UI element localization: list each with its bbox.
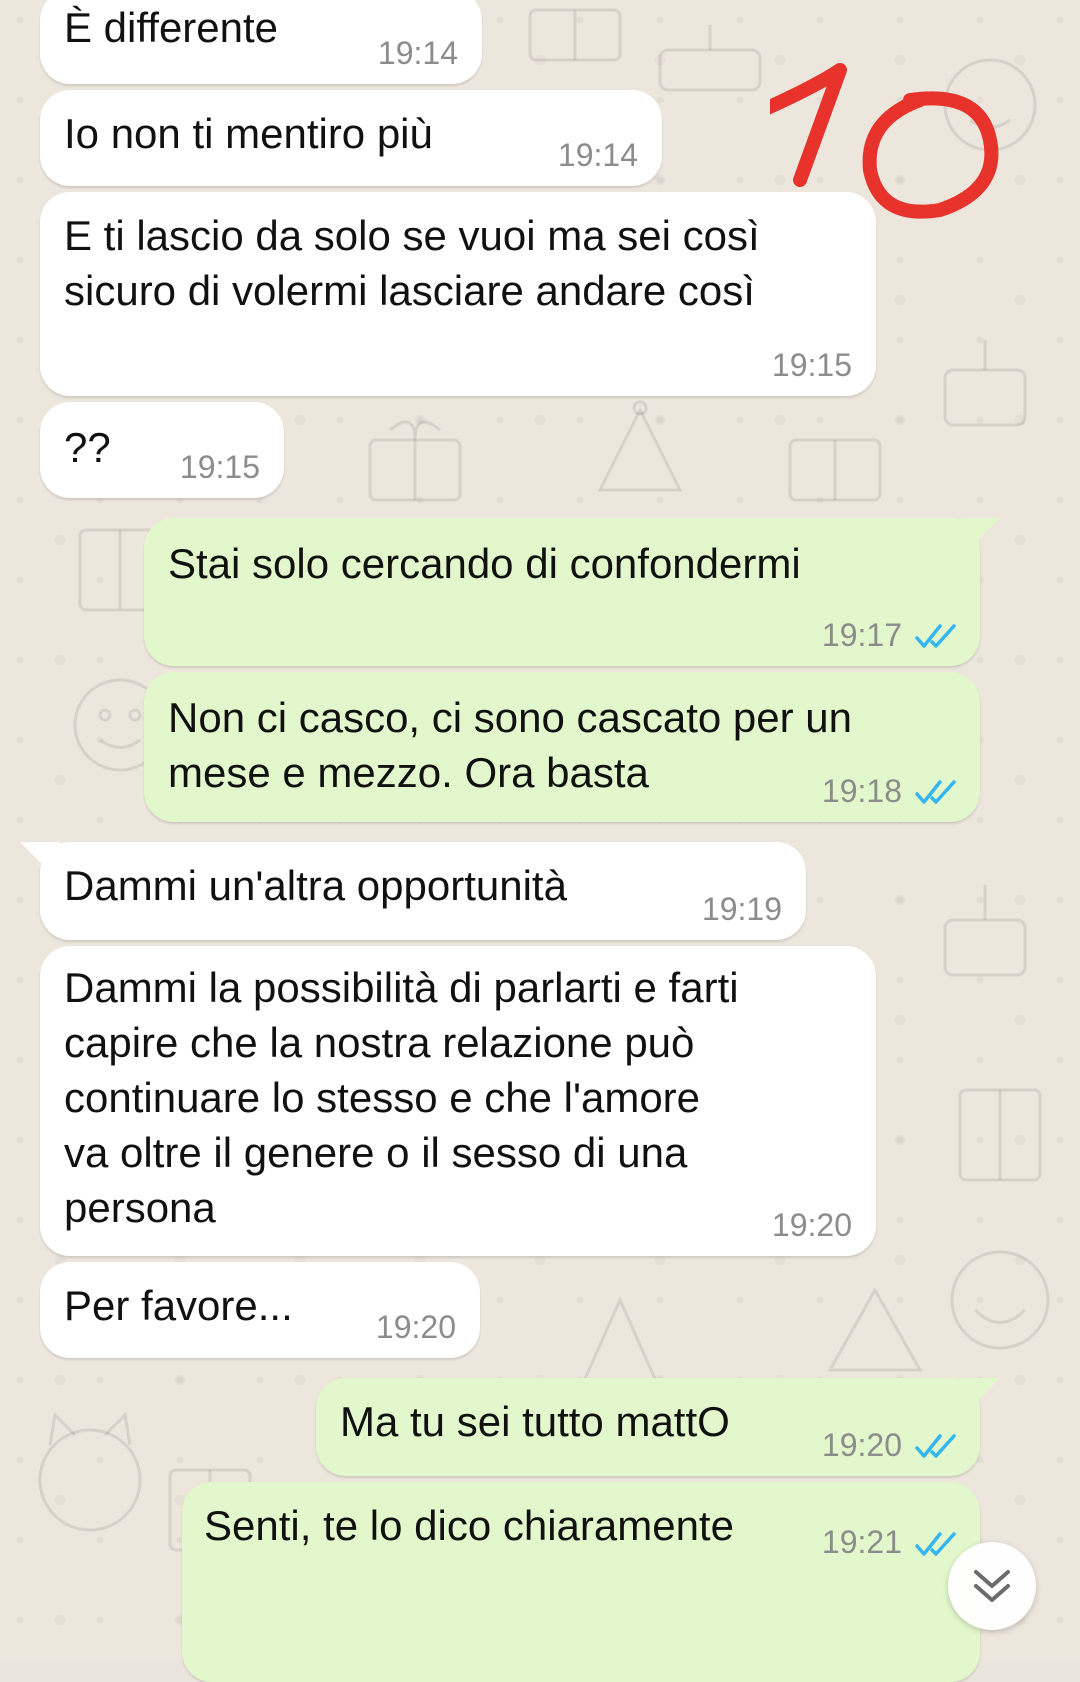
- message-text: Dammi un'altra opportunità: [64, 862, 567, 909]
- doodle-face-icon: [950, 1250, 1050, 1350]
- doodle-gift-icon: [368, 420, 462, 502]
- chevron-double-down-icon: [974, 1570, 1010, 1602]
- message-time: 19:14: [557, 137, 638, 173]
- doodle-gift-icon: [528, 8, 622, 62]
- message-time: 19:20: [771, 1207, 852, 1243]
- double-check-icon: [915, 1434, 956, 1458]
- incoming-message-bubble[interactable]: Io non ti mentiro più 19:14: [40, 90, 662, 186]
- message-time: 19:18: [821, 773, 902, 809]
- message-text: Ma tu sei tutto mattO: [340, 1398, 730, 1445]
- doodle-gift-icon: [788, 438, 882, 502]
- double-check-icon: [915, 780, 956, 804]
- message-text: Non ci casco, ci sono cascato per un mes…: [168, 694, 853, 796]
- double-check-icon: [915, 624, 956, 648]
- message-text: Stai solo cercando di confondermi: [168, 540, 801, 587]
- message-time: 19:21: [821, 1524, 902, 1560]
- handwritten-annotation: [770, 63, 999, 219]
- message-text: Dammi la possibilità di parlarti e farti…: [64, 964, 739, 1231]
- message-time: 19:19: [701, 891, 782, 927]
- incoming-message-bubble[interactable]: È differente 19:14: [40, 0, 482, 84]
- bubble-tail: [960, 518, 1000, 548]
- bubble-tail: [960, 1378, 1000, 1408]
- message-time: 19:15: [771, 347, 852, 383]
- bubble-tail: [20, 842, 60, 872]
- doodle-cat-icon: [38, 1411, 142, 1532]
- message-text: ??: [64, 424, 111, 471]
- doodle-party-hat-icon: [597, 400, 683, 492]
- message-text: E ti lascio da solo se vuoi ma sei così …: [64, 212, 760, 314]
- incoming-message-bubble[interactable]: E ti lascio da solo se vuoi ma sei così …: [40, 192, 876, 396]
- message-time: 19:20: [375, 1309, 456, 1345]
- doodle-cake-icon: [658, 25, 762, 92]
- scroll-to-bottom-button[interactable]: [948, 1542, 1036, 1630]
- doodle-cake-icon: [943, 340, 1027, 427]
- incoming-message-bubble[interactable]: Dammi la possibilità di parlarti e farti…: [40, 946, 876, 1256]
- incoming-message-bubble[interactable]: Dammi un'altra opportunità 19:19: [20, 842, 806, 940]
- outgoing-message-bubble[interactable]: Ma tu sei tutto mattO 19:20: [316, 1378, 1000, 1476]
- incoming-message-bubble[interactable]: ?? 19:15: [40, 402, 284, 498]
- message-time: 19:17: [821, 617, 902, 653]
- message-time: 19:20: [821, 1427, 902, 1463]
- doodle-gift-icon: [958, 1088, 1042, 1182]
- message-text: Io non ti mentiro più: [64, 110, 433, 157]
- outgoing-message-bubble[interactable]: Non ci casco, ci sono cascato per un mes…: [144, 672, 980, 822]
- message-time: 19:14: [377, 35, 458, 71]
- message-time: 19:15: [179, 449, 260, 485]
- doodle-cake-icon: [943, 885, 1027, 977]
- message-text: Senti, te lo dico chiaramente: [204, 1502, 734, 1549]
- message-text: È differente: [64, 4, 279, 51]
- doodle-party-hat-icon: [827, 1286, 923, 1372]
- outgoing-message-bubble[interactable]: Stai solo cercando di confondermi 19:17: [144, 518, 1000, 666]
- incoming-message-bubble[interactable]: Per favore... 19:20: [40, 1262, 480, 1358]
- outgoing-message-bubble[interactable]: Senti, te lo dico chiaramente 19:21: [182, 1482, 980, 1682]
- message-text: Per favore...: [64, 1282, 293, 1329]
